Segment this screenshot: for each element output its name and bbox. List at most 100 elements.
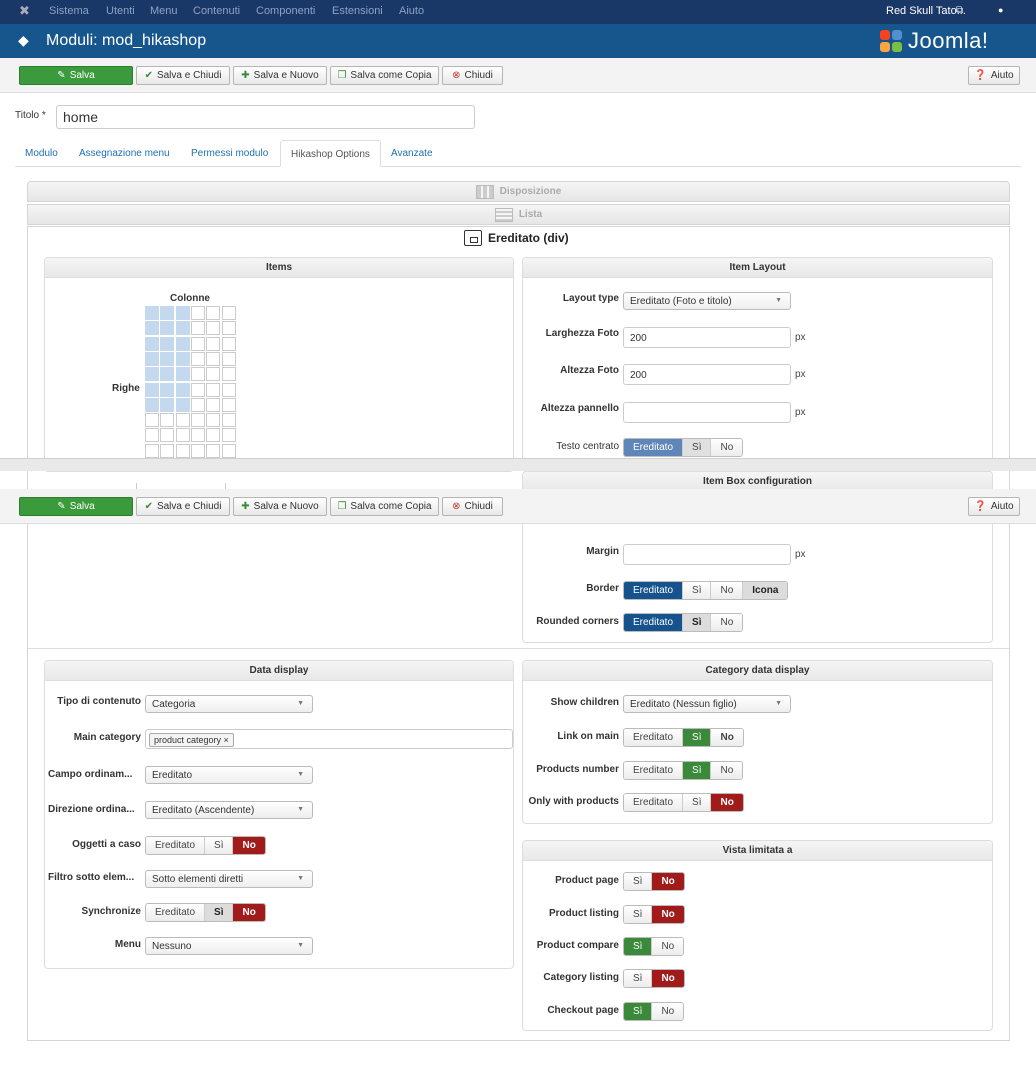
grid-cell[interactable] xyxy=(175,321,190,336)
option-si[interactable]: Sì xyxy=(205,904,234,921)
save-new-button[interactable]: ✚ Salva e Nuovo xyxy=(233,497,327,516)
grid-cell[interactable] xyxy=(160,321,175,336)
user-icon[interactable]: ● xyxy=(998,5,1003,15)
grid-cell[interactable] xyxy=(221,351,236,366)
layout-type-select[interactable]: Ereditato (Foto e titolo) ▼ xyxy=(623,292,791,310)
grid-cell[interactable] xyxy=(160,413,175,428)
option-ereditato[interactable]: Ereditato xyxy=(624,614,684,631)
close-button[interactable]: ⊗ Chiudi xyxy=(442,497,503,516)
user-site-link[interactable]: Red Skull Tato... xyxy=(886,5,966,17)
option-ereditato[interactable]: Ereditato xyxy=(624,762,684,779)
grid-cell[interactable] xyxy=(175,382,190,397)
option-ereditato[interactable]: Ereditato xyxy=(624,729,684,746)
altezza-foto-input[interactable]: 200 xyxy=(623,364,791,385)
menu-utenti[interactable]: Utenti xyxy=(106,5,135,17)
altezza-pannello-input[interactable] xyxy=(623,402,791,423)
grid-cell[interactable] xyxy=(160,428,175,443)
option-no[interactable]: No xyxy=(652,1003,684,1020)
grid-cell[interactable] xyxy=(145,397,159,412)
grid-cell[interactable] xyxy=(190,351,205,366)
grid-cell[interactable] xyxy=(175,367,190,382)
option-no[interactable]: No xyxy=(711,614,743,631)
option-si[interactable]: Sì xyxy=(624,873,653,890)
option-ereditato[interactable]: Ereditato xyxy=(624,582,684,599)
grid-cell[interactable] xyxy=(206,382,221,397)
grid-cell[interactable] xyxy=(206,351,221,366)
save-copy-button[interactable]: ❐ Salva come Copia xyxy=(330,497,439,516)
joomla-icon[interactable]: ✖ xyxy=(19,3,30,19)
save-button[interactable]: ✎ Salva xyxy=(19,497,133,516)
larghezza-foto-input[interactable]: 200 xyxy=(623,327,791,348)
grid-cell[interactable] xyxy=(221,428,236,443)
tab-assegnazione-menu[interactable]: Assegnazione menu xyxy=(69,140,180,167)
save-copy-button[interactable]: ❐ Salva come Copia xyxy=(330,66,439,85)
close-button[interactable]: ⊗ Chiudi xyxy=(442,66,503,85)
external-link-icon[interactable]: ⧉ xyxy=(956,5,963,16)
products-number-toggle[interactable]: Ereditato Sì No xyxy=(623,761,744,780)
grid-cell[interactable] xyxy=(145,428,159,443)
rounded-corners-toggle[interactable]: Ereditato Sì No xyxy=(623,613,744,632)
grid-cell[interactable] xyxy=(221,336,236,351)
option-si[interactable]: Sì xyxy=(683,582,712,599)
option-ereditato[interactable]: Ereditato xyxy=(146,904,206,921)
option-ereditato[interactable]: Ereditato xyxy=(146,837,206,854)
grid-cell[interactable] xyxy=(206,336,221,351)
grid-cell[interactable] xyxy=(175,443,190,458)
grid-cell[interactable] xyxy=(145,382,159,397)
grid-cell[interactable] xyxy=(145,413,159,428)
grid-cell[interactable] xyxy=(175,351,190,366)
grid-cell[interactable] xyxy=(221,367,236,382)
menu-menu[interactable]: Menu xyxy=(150,5,178,17)
option-icona[interactable]: Icona xyxy=(743,582,788,599)
grid-cell[interactable] xyxy=(190,397,205,412)
option-si[interactable]: Sì xyxy=(624,906,653,923)
accordion-lista[interactable]: Lista xyxy=(27,204,1010,225)
option-no[interactable]: No xyxy=(711,762,743,779)
grid-cell[interactable] xyxy=(221,443,236,458)
grid-cell[interactable] xyxy=(175,306,190,320)
grid-cell[interactable] xyxy=(160,306,175,320)
grid-cell[interactable] xyxy=(190,413,205,428)
option-si[interactable]: Sì xyxy=(683,794,712,811)
accordion-ereditato[interactable]: Ereditato (div) xyxy=(464,230,569,246)
option-no[interactable]: No xyxy=(652,938,684,955)
product-compare-toggle[interactable]: Sì No xyxy=(623,937,685,956)
option-si[interactable]: Sì xyxy=(624,938,653,955)
product-listing-toggle[interactable]: Sì No xyxy=(623,905,685,924)
option-no[interactable]: No xyxy=(652,970,684,987)
grid-cell[interactable] xyxy=(145,443,159,458)
grid-cell[interactable] xyxy=(206,428,221,443)
option-si[interactable]: Sì xyxy=(624,1003,653,1020)
title-input[interactable] xyxy=(56,105,475,129)
grid-cell[interactable] xyxy=(206,413,221,428)
menu-aiuto[interactable]: Aiuto xyxy=(399,5,424,17)
grid-cell[interactable] xyxy=(221,397,236,412)
grid-cell[interactable] xyxy=(145,336,159,351)
option-no[interactable]: No xyxy=(711,794,743,811)
category-listing-toggle[interactable]: Sì No xyxy=(623,969,685,988)
option-si[interactable]: Sì xyxy=(205,837,234,854)
margin-input[interactable] xyxy=(623,544,791,565)
grid-cell[interactable] xyxy=(190,367,205,382)
link-main-toggle[interactable]: Ereditato Sì No xyxy=(623,728,744,747)
grid-cell[interactable] xyxy=(160,443,175,458)
grid-cell[interactable] xyxy=(160,367,175,382)
option-no[interactable]: No xyxy=(711,582,744,599)
border-toggle[interactable]: Ereditato Sì No Icona xyxy=(623,581,789,600)
oggetti-caso-toggle[interactable]: Ereditato Sì No xyxy=(145,836,266,855)
option-si[interactable]: Sì xyxy=(683,439,712,456)
option-ereditato[interactable]: Ereditato xyxy=(624,439,684,456)
grid-cell[interactable] xyxy=(206,443,221,458)
grid-cell[interactable] xyxy=(221,382,236,397)
checkout-page-toggle[interactable]: Sì No xyxy=(623,1002,685,1021)
option-no[interactable]: No xyxy=(652,906,684,923)
accordion-disposizione[interactable]: Disposizione xyxy=(27,181,1010,202)
option-no[interactable]: No xyxy=(233,904,265,921)
menu-estensioni[interactable]: Estensioni xyxy=(332,5,383,17)
save-new-button[interactable]: ✚ Salva e Nuovo xyxy=(233,66,327,85)
option-no[interactable]: No xyxy=(652,873,684,890)
grid-cell[interactable] xyxy=(221,321,236,336)
grid-cell[interactable] xyxy=(160,336,175,351)
option-si[interactable]: Sì xyxy=(683,729,712,746)
grid-cell[interactable] xyxy=(145,351,159,366)
